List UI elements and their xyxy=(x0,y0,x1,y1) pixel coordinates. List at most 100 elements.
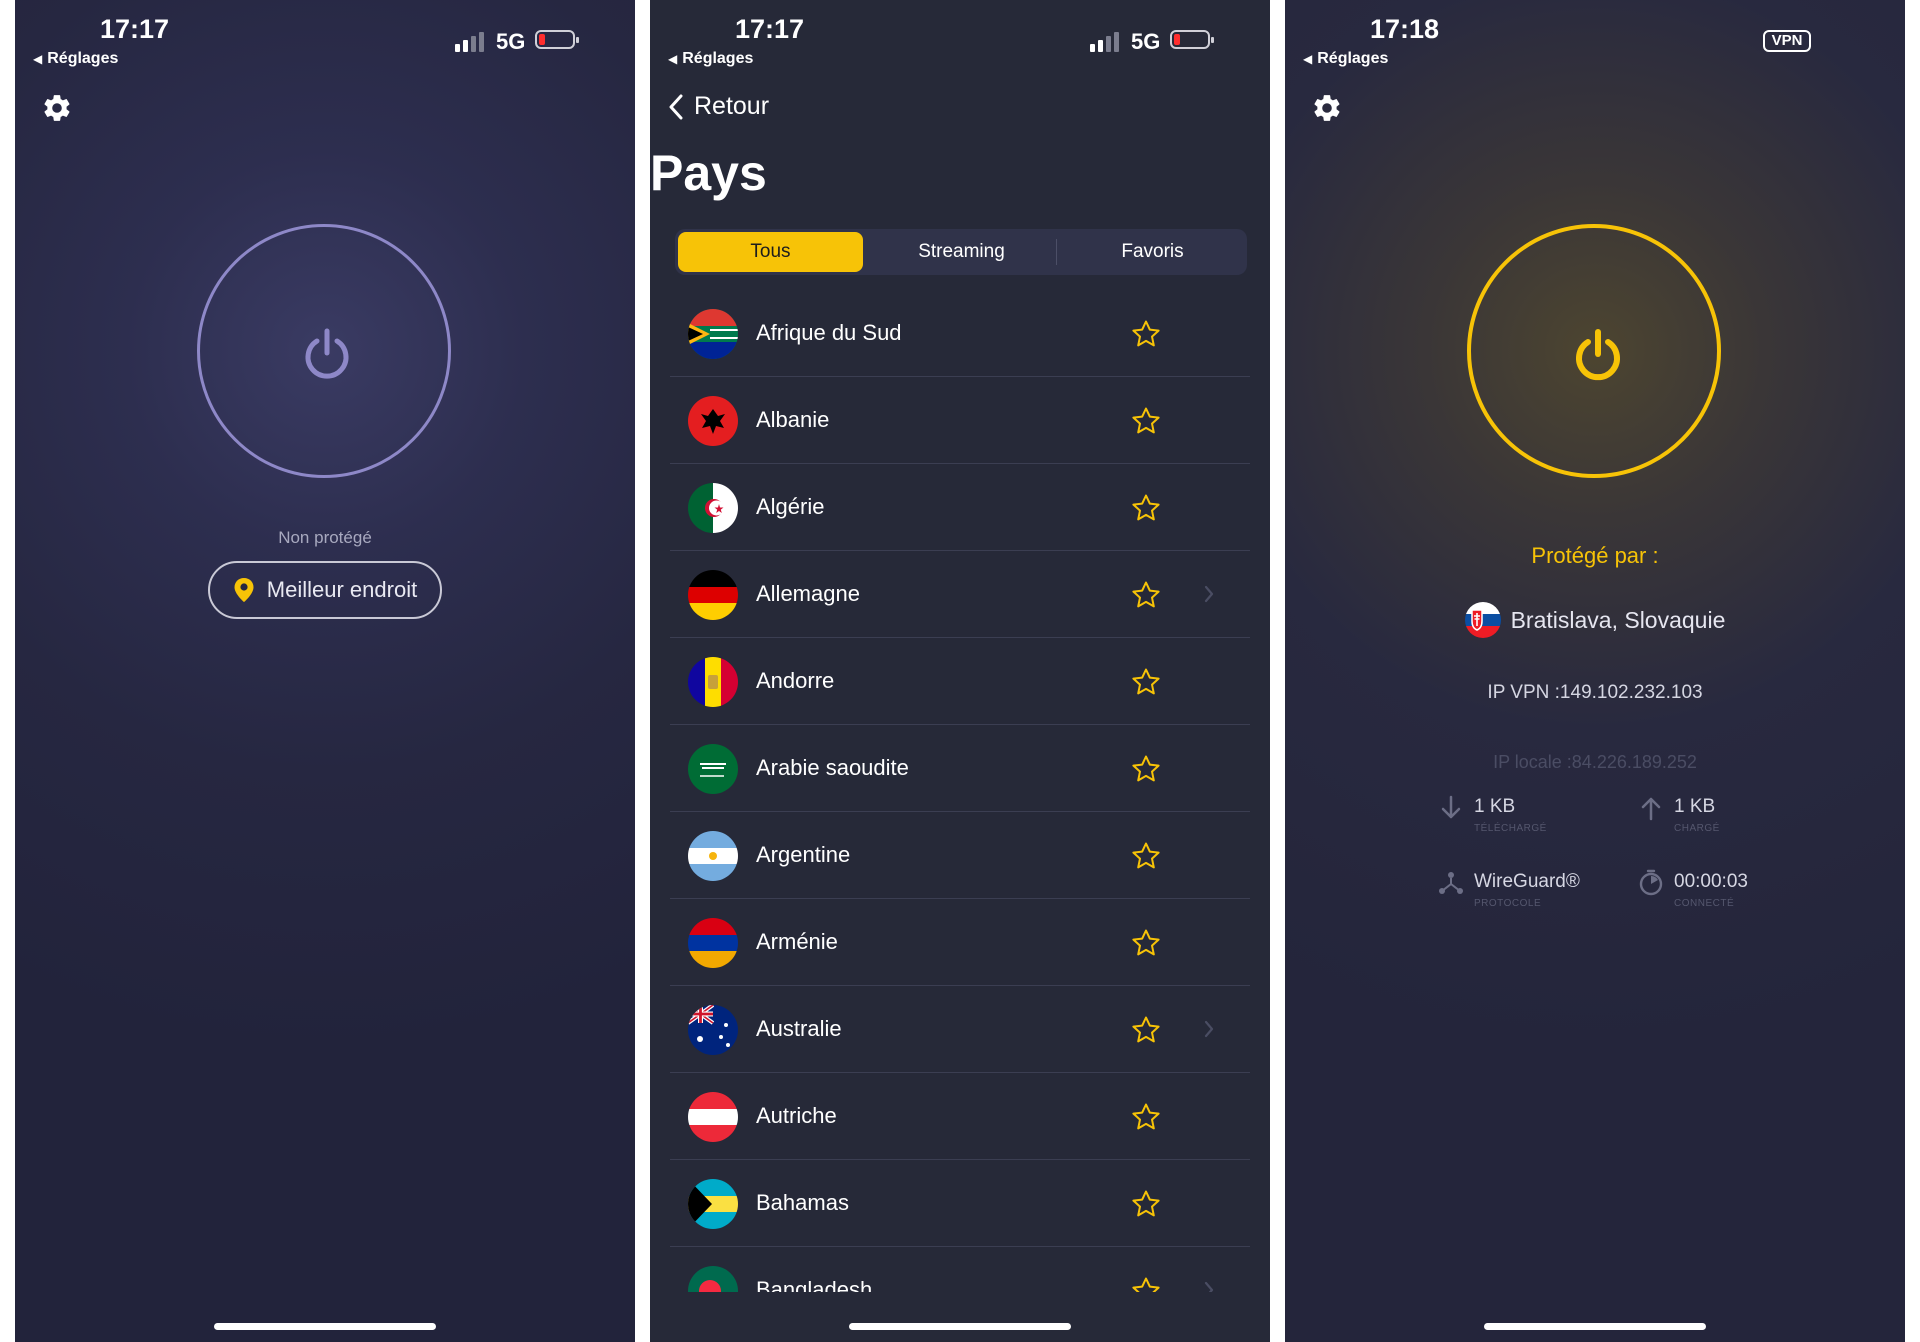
protected-label: Protégé par : xyxy=(1531,543,1659,568)
favorite-star-icon[interactable] xyxy=(1131,841,1161,871)
slovakia-flag-icon xyxy=(1464,602,1501,638)
country-flag-icon xyxy=(688,309,738,359)
country-name: Arménie xyxy=(756,929,838,954)
favorite-star-icon[interactable] xyxy=(1131,319,1161,349)
home-indicator[interactable] xyxy=(214,1323,436,1330)
tab-streaming[interactable]: Streaming xyxy=(869,232,1054,272)
favorite-star-icon[interactable] xyxy=(1131,406,1161,436)
status-time: 17:17 xyxy=(735,14,805,44)
gear-icon[interactable] xyxy=(41,92,73,124)
country-name: Algérie xyxy=(756,494,825,519)
country-flag-icon xyxy=(688,570,738,620)
country-name: Arabie saoudite xyxy=(756,755,909,780)
country-name: Autriche xyxy=(756,1103,837,1128)
favorite-star-icon[interactable] xyxy=(1131,493,1161,523)
network-type: 5G xyxy=(496,29,526,54)
country-name: Australie xyxy=(756,1016,842,1041)
back-to-settings-link[interactable]: ◀ Réglages xyxy=(668,50,753,68)
chevron-left-icon xyxy=(669,94,683,119)
country-row[interactable]: Afrique du Sud xyxy=(670,290,1250,377)
country-flag-icon xyxy=(688,1005,738,1055)
protocol-icon xyxy=(1439,872,1463,894)
back-to-settings-link[interactable]: ◀ Réglages xyxy=(1303,50,1388,68)
power-icon xyxy=(305,328,349,379)
best-location-label: Meilleur endroit xyxy=(266,577,418,602)
screen-disconnected: 17:17 ◀ Réglages 5G Non protégé Meilleur … xyxy=(15,0,635,1342)
power-icon xyxy=(1576,329,1620,381)
gear-icon[interactable] xyxy=(1311,92,1343,124)
favorite-star-icon[interactable] xyxy=(1131,928,1161,958)
power-toggle-button[interactable] xyxy=(1467,224,1721,478)
back-to-settings-link[interactable]: ◀ Réglages xyxy=(33,50,118,68)
signal-icon xyxy=(455,30,487,52)
current-location-label: Bratislava, Slovaquie xyxy=(1510,606,1726,633)
vpn-badge: VPN xyxy=(1763,30,1811,52)
upload-value: 1 KB xyxy=(1674,796,1716,817)
favorite-star-icon[interactable] xyxy=(1131,1015,1161,1045)
country-name: Bahamas xyxy=(756,1190,849,1215)
upload-arrow-icon xyxy=(1641,797,1661,821)
country-row[interactable]: Arabie saoudite xyxy=(670,725,1250,812)
filter-tabs: Tous Streaming Favoris xyxy=(675,229,1247,275)
chevron-right-icon[interactable] xyxy=(1203,584,1215,604)
country-row[interactable]: Arménie xyxy=(670,899,1250,986)
favorite-star-icon[interactable] xyxy=(1131,754,1161,784)
duration-value: 00:00:03 xyxy=(1674,871,1748,892)
power-toggle-button[interactable] xyxy=(197,224,451,478)
tab-favorites[interactable]: Favoris xyxy=(1060,232,1245,272)
country-flag-icon xyxy=(688,1092,738,1142)
country-row[interactable]: Australie xyxy=(670,986,1250,1073)
screen-country-list: 17:17 ◀ Réglages 5G Retour Pays Tous Stre… xyxy=(650,0,1270,1342)
country-row[interactable]: Andorre xyxy=(670,638,1250,725)
favorite-star-icon[interactable] xyxy=(1131,1189,1161,1219)
best-location-button[interactable]: Meilleur endroit xyxy=(208,561,442,619)
favorite-star-icon[interactable] xyxy=(1131,1276,1161,1292)
status-time: 17:18 xyxy=(1370,14,1440,44)
country-flag-icon xyxy=(688,1266,738,1292)
country-row[interactable]: Algérie xyxy=(670,464,1250,551)
page-title: Pays xyxy=(650,145,767,201)
download-arrow-icon xyxy=(1441,795,1461,819)
country-name: Argentine xyxy=(756,842,851,867)
chevron-right-icon[interactable] xyxy=(1203,1280,1215,1292)
favorite-star-icon[interactable] xyxy=(1131,580,1161,610)
country-row[interactable]: Bahamas xyxy=(670,1160,1250,1247)
download-value: 1 KB xyxy=(1474,796,1516,817)
country-row[interactable]: Allemagne xyxy=(670,551,1250,638)
country-name: Andorre xyxy=(756,668,835,693)
country-flag-icon xyxy=(688,744,738,794)
current-location[interactable]: Bratislava, Slovaquie xyxy=(1285,602,1905,638)
favorite-star-icon[interactable] xyxy=(1131,1102,1161,1132)
country-flag-icon xyxy=(688,396,738,446)
signal-icon xyxy=(1090,30,1122,52)
tab-divider xyxy=(1056,239,1057,265)
country-flag-icon xyxy=(688,1179,738,1229)
country-row[interactable]: Autriche xyxy=(670,1073,1250,1160)
country-row[interactable]: Albanie xyxy=(670,377,1250,464)
connection-status: Non protégé xyxy=(278,528,372,547)
home-indicator[interactable] xyxy=(849,1323,1071,1330)
protocol-caption: PROTOCOLE xyxy=(1474,898,1542,909)
country-flag-icon xyxy=(688,483,738,533)
country-flag-icon xyxy=(688,831,738,881)
screen-connected: 17:18 ◀ Réglages VPN Protégé par : Bratis… xyxy=(1285,0,1905,1342)
battery-icon xyxy=(535,30,579,49)
back-label: Retour xyxy=(694,92,770,120)
tab-all[interactable]: Tous xyxy=(678,232,863,272)
country-row[interactable]: Bangladesh xyxy=(670,1247,1250,1292)
vpn-ip: IP VPN :149.102.232.103 xyxy=(1487,682,1703,703)
local-ip: IP locale :84.226.189.252 xyxy=(1493,752,1697,772)
favorite-star-icon[interactable] xyxy=(1131,667,1161,697)
chevron-right-icon[interactable] xyxy=(1203,1019,1215,1039)
country-list[interactable]: Afrique du Sud Albanie Algérie Allemagne And… xyxy=(670,290,1250,1292)
back-to-settings-label: Réglages xyxy=(47,50,119,67)
back-button[interactable]: Retour xyxy=(668,92,769,121)
download-caption: TÉLÉCHARGÉ xyxy=(1474,823,1547,834)
status-time: 17:17 xyxy=(100,14,170,44)
country-name: Allemagne xyxy=(756,581,860,606)
country-row[interactable]: Argentine xyxy=(670,812,1250,899)
home-indicator[interactable] xyxy=(1484,1323,1706,1330)
back-to-settings-label: Réglages xyxy=(1317,50,1389,67)
duration-caption: CONNECTÉ xyxy=(1674,898,1735,909)
network-type: 5G xyxy=(1131,29,1161,54)
